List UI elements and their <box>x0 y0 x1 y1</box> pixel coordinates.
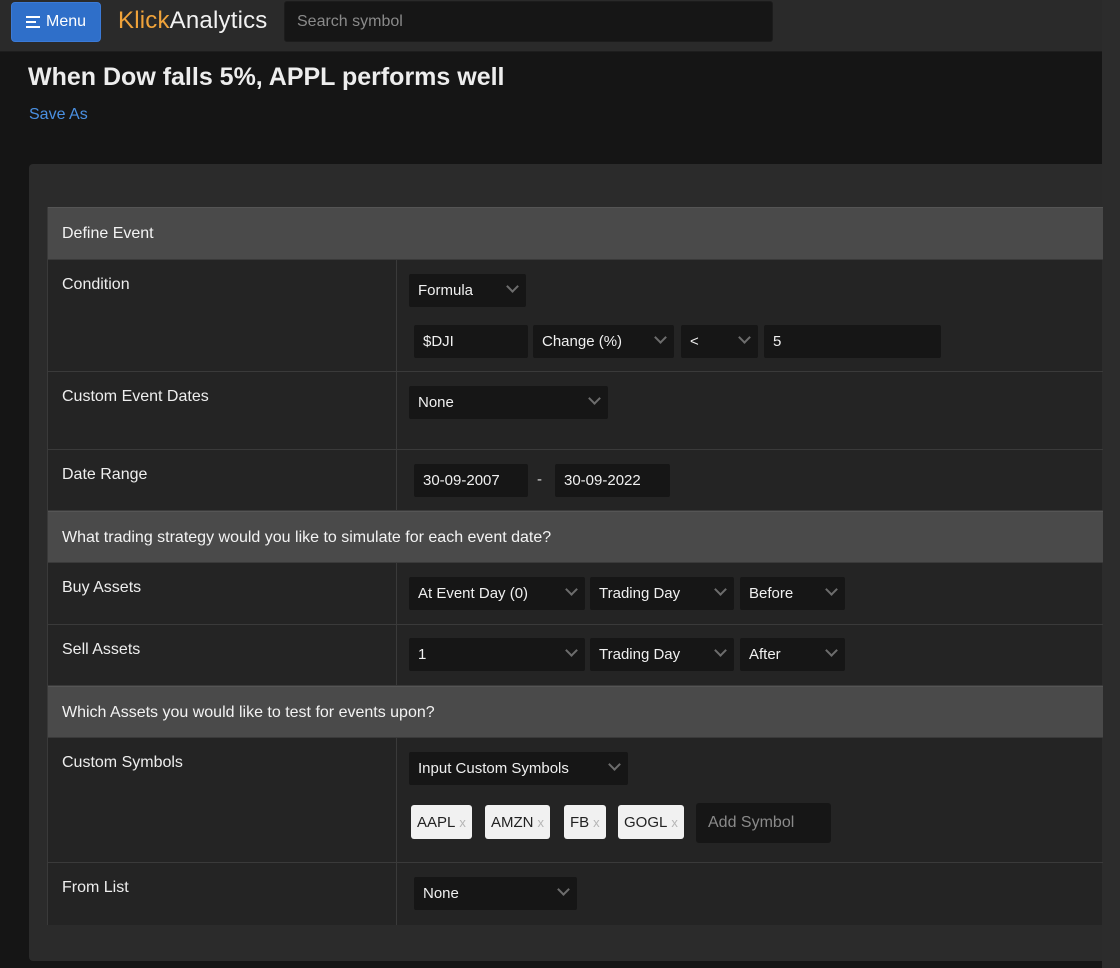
hamburger-icon <box>25 16 40 28</box>
remove-tag-icon[interactable]: x <box>459 815 466 830</box>
row-divider <box>396 260 397 371</box>
top-bar: Menu KlickAnalytics <box>0 0 1102 52</box>
symbol-tag-label: AAPL <box>417 813 456 831</box>
custom-symbols-label: Custom Symbols <box>62 754 183 771</box>
chevron-down-icon <box>588 392 601 405</box>
event-form: Define Event Condition Formula $DJI Chan… <box>47 207 1103 925</box>
buy-day-select[interactable]: At Event Day (0) <box>409 577 585 610</box>
chevron-down-icon <box>714 644 727 657</box>
sell-unit-value: Trading Day <box>599 646 681 663</box>
symbol-tag-label: FB <box>570 813 590 831</box>
remove-tag-icon[interactable]: x <box>538 815 545 830</box>
save-as-link[interactable]: Save As <box>29 106 88 124</box>
sell-assets-row: Sell Assets 1 Trading Day After <box>48 625 1103 686</box>
symbol-tag: FB x <box>564 805 606 839</box>
condition-symbol-input[interactable]: $DJI <box>414 325 528 358</box>
condition-operator-value: < <box>690 333 699 350</box>
section-strategy: What trading strategy would you like to … <box>48 511 1103 563</box>
buy-day-value: At Event Day (0) <box>418 585 529 602</box>
custom-event-dates-label: Custom Event Dates <box>62 388 209 405</box>
buy-assets-row: Buy Assets At Event Day (0) Trading Day … <box>48 563 1103 625</box>
sell-direction-value: After <box>749 646 781 663</box>
date-end-value: 30-09-2022 <box>564 472 641 489</box>
custom-symbols-mode-value: Input Custom Symbols <box>418 760 569 777</box>
date-end-input[interactable]: 30-09-2022 <box>555 464 670 497</box>
sell-unit-select[interactable]: Trading Day <box>590 638 734 671</box>
condition-row: Condition Formula $DJI Change (%) < 5 <box>48 260 1103 372</box>
date-range-separator: - <box>537 471 542 488</box>
custom-event-dates-value: None <box>418 394 454 411</box>
sell-day-value: 1 <box>418 646 427 663</box>
buy-direction-value: Before <box>749 585 794 602</box>
buy-unit-value: Trading Day <box>599 585 681 602</box>
brand-part-analytics: Analytics <box>169 7 268 34</box>
chevron-down-icon <box>654 331 667 344</box>
row-divider <box>396 738 397 862</box>
row-divider <box>396 625 397 685</box>
custom-event-dates-row: Custom Event Dates None <box>48 372 1103 450</box>
row-divider <box>396 863 397 925</box>
brand-logo[interactable]: KlickAnalytics <box>118 7 268 35</box>
from-list-label: From List <box>62 879 129 896</box>
remove-tag-icon[interactable]: x <box>593 815 600 830</box>
chevron-down-icon <box>506 280 519 293</box>
remove-tag-icon[interactable]: x <box>671 815 678 830</box>
condition-type-select[interactable]: Formula <box>409 274 526 307</box>
date-range-row: Date Range 30-09-2007 - 30-09-2022 <box>48 450 1103 511</box>
menu-button-label: Menu <box>45 13 87 30</box>
chevron-down-icon <box>825 644 838 657</box>
scrollbar-track[interactable] <box>1102 0 1120 968</box>
row-divider <box>396 450 397 510</box>
chevron-down-icon <box>714 583 727 596</box>
condition-type-value: Formula <box>418 282 474 299</box>
condition-value: 5 <box>773 333 782 350</box>
from-list-select[interactable]: None <box>414 877 577 910</box>
symbol-tag: AMZN x <box>485 805 550 839</box>
chevron-down-icon <box>825 583 838 596</box>
chevron-down-icon <box>738 331 751 344</box>
condition-value-input[interactable]: 5 <box>764 325 941 358</box>
symbol-tag: AAPL x <box>411 805 472 839</box>
row-divider <box>396 372 397 449</box>
condition-metric-value: Change (%) <box>542 333 623 350</box>
buy-direction-select[interactable]: Before <box>740 577 845 610</box>
section-define-event: Define Event <box>48 207 1103 260</box>
chevron-down-icon <box>565 644 578 657</box>
chevron-down-icon <box>557 883 570 896</box>
sell-day-select[interactable]: 1 <box>409 638 585 671</box>
date-start-value: 30-09-2007 <box>423 472 500 489</box>
date-start-input[interactable]: 30-09-2007 <box>414 464 528 497</box>
custom-event-dates-select[interactable]: None <box>409 386 608 419</box>
add-symbol-input[interactable] <box>696 803 831 843</box>
chevron-down-icon <box>608 758 621 771</box>
custom-symbols-mode-select[interactable]: Input Custom Symbols <box>409 752 628 785</box>
menu-button[interactable]: Menu <box>11 2 101 42</box>
brand-part-klick: Klick <box>118 7 170 34</box>
symbol-tag-label: GOGL <box>624 813 668 831</box>
page-title: When Dow falls 5%, APPL performs well <box>28 63 505 91</box>
from-list-value: None <box>423 885 459 902</box>
condition-metric-select[interactable]: Change (%) <box>533 325 674 358</box>
sell-direction-select[interactable]: After <box>740 638 845 671</box>
chevron-down-icon <box>565 583 578 596</box>
condition-operator-select[interactable]: < <box>681 325 758 358</box>
symbol-tag: GOGL x <box>618 805 684 839</box>
custom-symbols-row: Custom Symbols Input Custom Symbols <box>48 738 1103 863</box>
condition-symbol-value: $DJI <box>423 333 454 350</box>
row-divider <box>396 563 397 624</box>
condition-label: Condition <box>62 276 130 293</box>
symbol-tag-label: AMZN <box>491 813 534 831</box>
buy-unit-select[interactable]: Trading Day <box>590 577 734 610</box>
search-input[interactable] <box>284 1 773 42</box>
buy-assets-label: Buy Assets <box>62 579 142 596</box>
from-list-row: From List None <box>48 863 1103 925</box>
section-assets: Which Assets you would like to test for … <box>48 686 1103 738</box>
sell-assets-label: Sell Assets <box>62 641 141 658</box>
date-range-label: Date Range <box>62 466 148 483</box>
